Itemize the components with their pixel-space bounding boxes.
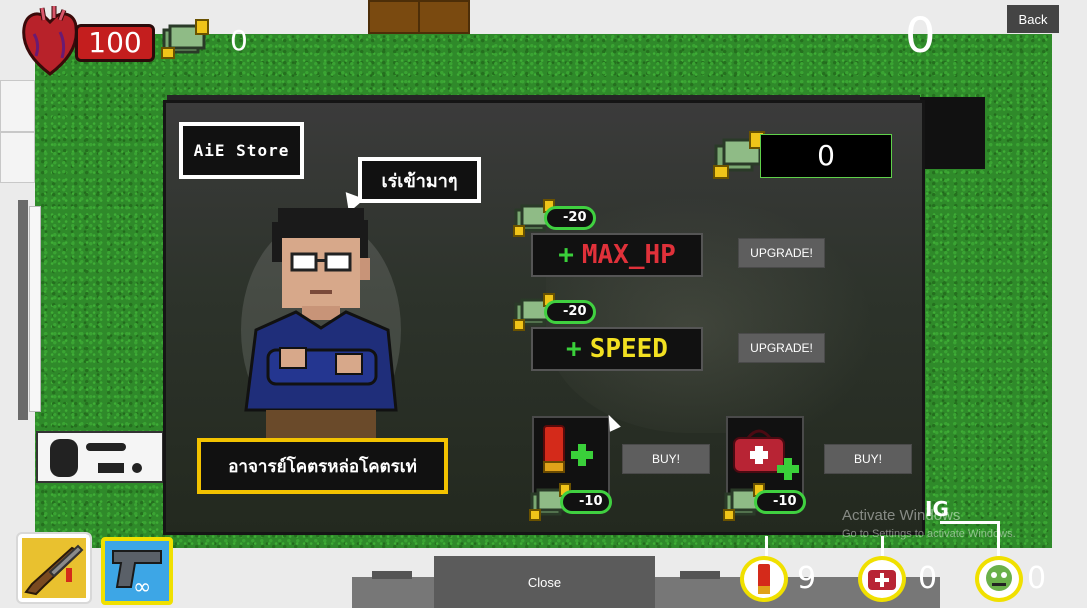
close-button[interactable]: Close: [434, 556, 655, 608]
ammo-indicator-line: [765, 536, 768, 556]
watermark-line2: Go to Settings to activate Windows.: [842, 528, 1016, 540]
left-wall-dark: [18, 200, 28, 420]
computer-desk: [36, 431, 164, 483]
cost-pill: -20: [544, 300, 596, 324]
teacher-character: [241, 208, 401, 440]
top-door: [368, 0, 470, 34]
ammo-counter-icon: [740, 556, 788, 602]
npc-nameplate: อาจารย์โคตรหล่อโคตรเท่: [197, 438, 448, 494]
upgrade-max-hp-button[interactable]: UPGRADE!: [738, 238, 825, 268]
cost-pill: -20: [544, 206, 596, 230]
medkit-counter-icon: [858, 556, 906, 602]
heart-icon: [22, 6, 78, 76]
score-counter: 0: [905, 8, 936, 64]
buy-medkit-button[interactable]: BUY!: [824, 444, 912, 474]
left-wall-light: [29, 206, 41, 412]
store-money-balance: 0: [760, 134, 892, 178]
watermark-line1: Activate Windows: [842, 507, 961, 524]
upgrade-speed-button[interactable]: UPGRADE!: [738, 333, 825, 363]
max-hp-cost: -20: [512, 198, 596, 238]
zombie-count: 0: [1027, 561, 1047, 596]
speech-bubble: เร่เข้ามาๆ: [358, 157, 481, 203]
money-counter: 0: [230, 24, 248, 57]
ammo-cost: -10: [528, 482, 612, 522]
weapon-slot-pistol[interactable]: ∞: [101, 537, 173, 605]
speed-label: + SPEED: [531, 327, 703, 371]
infinite-ammo-label: ∞: [133, 575, 152, 600]
cost-pill: -10: [560, 490, 612, 514]
stat-name: MAX_HP: [581, 240, 676, 270]
medkit-count: 0: [918, 561, 938, 596]
back-button[interactable]: Back: [1007, 5, 1059, 33]
medkit-cost: -10: [722, 482, 806, 522]
plus-sign: +: [566, 334, 582, 364]
right-obstacle: [917, 97, 985, 169]
shotgun-icon: [24, 544, 84, 596]
plus-sign: +: [558, 240, 574, 270]
store-background-photo: [546, 173, 906, 433]
left-window: [0, 80, 35, 183]
speed-cost: -20: [512, 292, 596, 332]
weapon-slot-shotgun[interactable]: [16, 532, 92, 604]
stat-name: SPEED: [589, 334, 668, 364]
hp-value: 100: [75, 24, 155, 62]
windows-activation-watermark: Activate Windows Go to Settings to activ…: [842, 507, 1016, 540]
cost-pill: -10: [754, 490, 806, 514]
ammo-count: 9: [797, 561, 817, 596]
store-title: AiE Store: [179, 122, 304, 179]
money-icon: [161, 19, 209, 59]
max-hp-label: + MAX_HP: [531, 233, 703, 277]
buy-ammo-button[interactable]: BUY!: [622, 444, 710, 474]
zombie-counter-icon: [975, 556, 1023, 602]
